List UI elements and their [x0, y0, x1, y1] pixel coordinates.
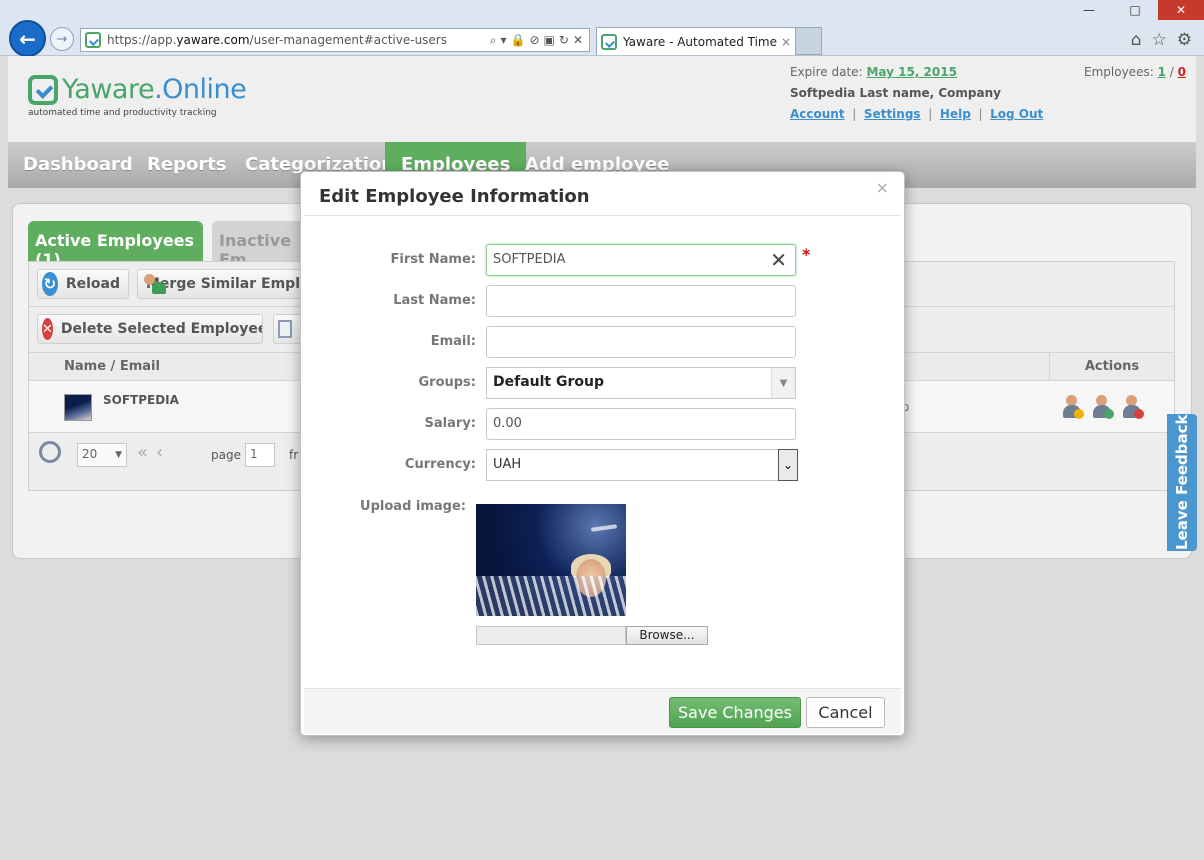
- close-icon[interactable]: ×: [876, 178, 889, 197]
- deactivate-user-icon[interactable]: [1090, 394, 1114, 420]
- stop-icon[interactable]: ✕: [573, 33, 583, 48]
- leave-feedback-tab[interactable]: Leave Feedback: [1167, 414, 1197, 551]
- salary-label: Salary:: [424, 416, 476, 431]
- modal-footer: Save Changes Cancel: [304, 688, 901, 734]
- export-button[interactable]: [273, 314, 303, 344]
- chevron-down-icon: ▼: [115, 450, 122, 460]
- lock-icon[interactable]: 🔒: [511, 33, 526, 48]
- currency-select[interactable]: UAH ⌄: [486, 449, 798, 481]
- tab-favicon-icon: [601, 33, 617, 50]
- window-close-button[interactable]: ✕: [1158, 0, 1204, 20]
- help-link[interactable]: Help: [940, 107, 971, 121]
- modal-title: Edit Employee Information: [319, 186, 590, 207]
- export-icon: [278, 320, 292, 338]
- currency-label: Currency:: [404, 457, 476, 472]
- browse-button[interactable]: Browse...: [626, 626, 708, 645]
- account-link[interactable]: Account: [790, 107, 845, 121]
- expire-date: Expire date: May 15, 2015: [790, 65, 957, 79]
- address-bar[interactable]: https://app.yaware.com/user-management#a…: [80, 28, 590, 52]
- magnifier-icon[interactable]: [39, 441, 61, 463]
- arrow-right-icon: →: [56, 31, 68, 47]
- clear-icon[interactable]: ✕: [770, 248, 787, 272]
- browser-tab[interactable]: Yaware - Automated Time ... ×: [596, 27, 796, 55]
- pager-prev-arrows: «‹: [137, 442, 171, 463]
- site-favicon-icon: [85, 32, 101, 48]
- groups-label: Groups:: [418, 375, 476, 390]
- reload-button[interactable]: ↻ Reload: [37, 269, 129, 299]
- gear-icon[interactable]: ⚙: [1177, 30, 1192, 50]
- delete-selected-button[interactable]: ✕ Delete Selected Employees: [37, 314, 263, 344]
- minimize-button[interactable]: —: [1066, 0, 1112, 20]
- settings-link[interactable]: Settings: [864, 107, 921, 121]
- edit-user-icon[interactable]: [1060, 394, 1084, 420]
- dropdown-icon[interactable]: ▾: [500, 33, 506, 48]
- refresh-icon[interactable]: ↻: [559, 33, 569, 48]
- employee-avatar: [64, 394, 92, 421]
- prev-page-icon[interactable]: ‹: [156, 442, 171, 463]
- email-field[interactable]: [486, 326, 796, 358]
- expire-date-link[interactable]: May 15, 2015: [866, 65, 957, 79]
- favorites-star-icon[interactable]: ☆: [1152, 30, 1167, 50]
- upload-image-label: Upload image:: [360, 499, 466, 514]
- forward-button[interactable]: →: [50, 27, 74, 51]
- first-name-field[interactable]: SOFTPEDIA ✕: [486, 244, 796, 276]
- logout-link[interactable]: Log Out: [990, 107, 1043, 121]
- email-label: Email:: [430, 334, 476, 349]
- user-company: Softpedia Last name, Company: [790, 86, 1001, 100]
- employees-count: Employees: 1 / 0: [1084, 65, 1186, 79]
- back-button[interactable]: ←: [9, 20, 46, 57]
- col-actions: Actions: [1049, 353, 1174, 381]
- modal-divider: [304, 215, 901, 216]
- page-size-select[interactable]: 20 ▼: [77, 443, 127, 467]
- search-icon[interactable]: ⌕: [490, 33, 497, 48]
- account-links: Account | Settings | Help | Log Out: [790, 107, 1044, 121]
- merge-similar-button[interactable]: Merge Similar Empl: [137, 269, 307, 299]
- save-changes-button[interactable]: Save Changes: [669, 697, 801, 728]
- first-page-icon[interactable]: «: [137, 442, 156, 463]
- site-header: Yaware.Online automated time and product…: [8, 56, 1196, 142]
- inactive-employees-link[interactable]: 0: [1178, 65, 1186, 79]
- col-name-email[interactable]: Name / Email: [64, 359, 160, 374]
- browser-chrome: ← → https://app.yaware.com/user-manageme…: [0, 0, 1204, 57]
- home-icon[interactable]: ⌂: [1131, 30, 1142, 50]
- tab-title: Yaware - Automated Time ...: [623, 34, 777, 49]
- url-text[interactable]: https://app.yaware.com/user-management#a…: [107, 33, 490, 47]
- active-employees-link[interactable]: 1: [1158, 65, 1166, 79]
- delete-icon: ✕: [42, 318, 53, 340]
- yaware-logo-icon: [28, 74, 58, 105]
- last-name-field[interactable]: [486, 285, 796, 317]
- nav-reports[interactable]: Reports: [147, 142, 227, 188]
- groups-select[interactable]: Default Group ▼: [486, 367, 796, 399]
- first-name-label: First Name:: [390, 252, 476, 267]
- page-number-input[interactable]: 1: [245, 443, 275, 467]
- required-mark: *: [802, 245, 811, 264]
- cancel-button[interactable]: Cancel: [806, 697, 885, 728]
- edit-employee-modal: Edit Employee Information × First Name: …: [300, 171, 905, 736]
- file-path-box[interactable]: [476, 626, 626, 645]
- delete-user-icon[interactable]: [1120, 394, 1144, 420]
- compat-icon[interactable]: ▣: [544, 33, 555, 48]
- uploaded-image-preview: [476, 504, 626, 616]
- logo[interactable]: Yaware.Online: [28, 74, 247, 105]
- tab-close-icon[interactable]: ×: [777, 35, 795, 49]
- nav-dashboard[interactable]: Dashboard: [23, 142, 133, 188]
- maximize-button[interactable]: □: [1112, 0, 1158, 20]
- last-name-label: Last Name:: [393, 293, 476, 308]
- block-icon[interactable]: ⊘: [529, 33, 539, 48]
- reload-icon: ↻: [42, 272, 58, 296]
- arrow-left-icon: ←: [19, 26, 36, 51]
- page-from-label: fr: [289, 448, 299, 462]
- new-tab-button[interactable]: [796, 27, 822, 55]
- salary-field[interactable]: 0.00: [486, 408, 796, 440]
- chevron-down-icon: ⌄: [778, 449, 798, 481]
- chevron-down-icon: ▼: [771, 368, 795, 398]
- tab-active-employees[interactable]: Active Employees (1): [28, 221, 203, 269]
- employee-name[interactable]: SOFTPEDIA: [103, 393, 179, 407]
- page-label: page: [211, 448, 241, 462]
- tagline: automated time and productivity tracking: [28, 108, 217, 118]
